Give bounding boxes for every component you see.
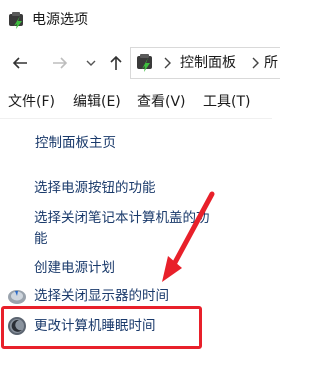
menu-divider — [0, 118, 272, 119]
breadcrumb-control-panel[interactable]: 控制面板 — [180, 53, 236, 73]
arrow-right-icon — [53, 57, 68, 69]
back-button[interactable] — [9, 52, 31, 74]
menu-edit[interactable]: 编辑(E) — [73, 92, 121, 112]
display-off-link[interactable]: 选择关闭显示器的时间 — [34, 286, 169, 306]
breadcrumb-next[interactable]: 所 — [264, 53, 278, 73]
control-panel-home-link[interactable]: 控制面板主页 — [35, 133, 116, 153]
recent-locations-button[interactable] — [84, 55, 98, 69]
create-power-plan-link[interactable]: 创建电源计划 — [34, 258, 115, 278]
menu-view[interactable]: 查看(V) — [137, 92, 186, 112]
arrow-up-icon — [110, 55, 122, 70]
chevron-down-icon — [86, 60, 96, 66]
power-options-icon — [9, 12, 23, 29]
highlight-box — [1, 306, 202, 349]
display-shield-icon — [8, 290, 26, 304]
up-button[interactable] — [105, 52, 127, 74]
lid-action-link-wrap[interactable]: 能 — [34, 229, 48, 249]
menu-tools[interactable]: 工具(T) — [203, 92, 250, 112]
red-arrow-icon — [162, 191, 215, 282]
power-buttons-link[interactable]: 选择电源按钮的功能 — [34, 178, 156, 198]
arrow-left-icon — [12, 57, 27, 69]
forward-button[interactable] — [49, 52, 71, 74]
window-title: 电源选项 — [32, 12, 88, 28]
menu-file[interactable]: 文件(F) — [8, 92, 55, 112]
control-panel-icon — [137, 54, 152, 72]
chevron-right-icon — [164, 57, 171, 69]
chevron-right-icon — [252, 57, 259, 69]
